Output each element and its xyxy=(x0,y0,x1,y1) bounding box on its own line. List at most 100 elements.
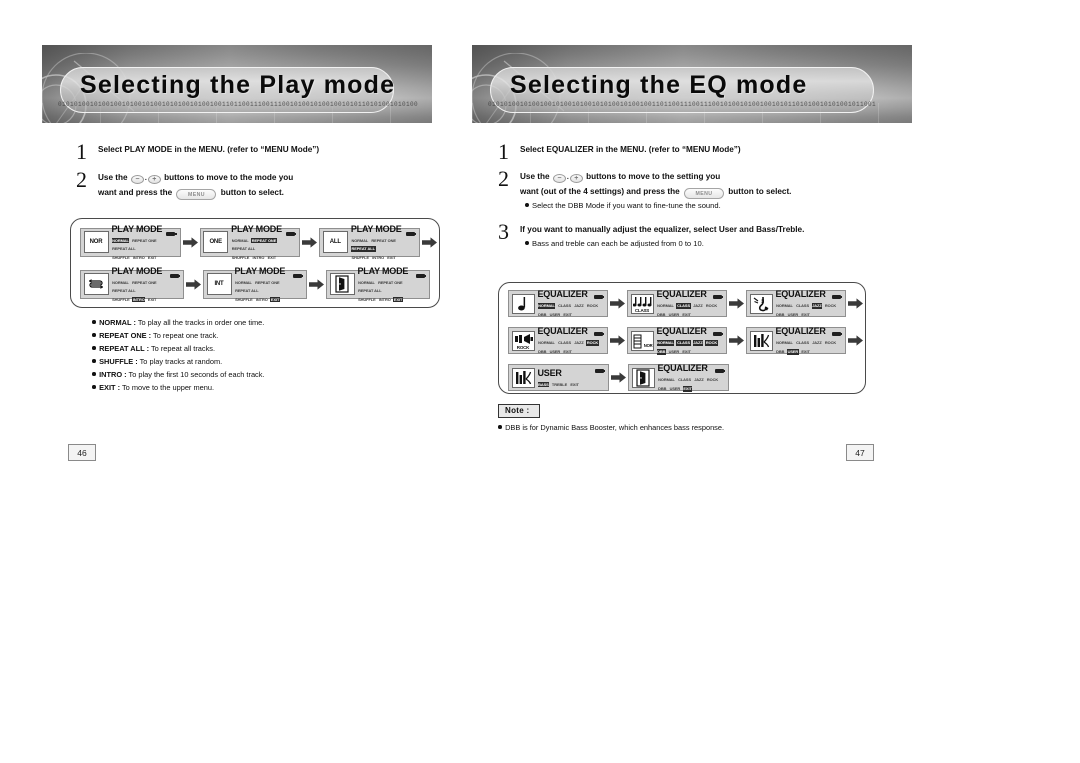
step-2-line2-suffix: button to select. xyxy=(220,188,284,197)
lcd-screen-normal: NOR PLAY MODE NORMAL REPEAT ONEREPEAT ALL… xyxy=(80,224,181,260)
play-mode-diagram: NOR PLAY MODE NORMAL REPEAT ONEREPEAT ALL… xyxy=(70,218,440,308)
lcd-options: NORMAL CLASS JAZZ ROCK DBB USER EXIT xyxy=(776,300,843,317)
step-number: 1 xyxy=(76,139,87,164)
all-text-icon: ALL xyxy=(322,231,348,253)
lcd-option: ROCK xyxy=(705,303,718,309)
lcd-option: USER xyxy=(549,349,561,354)
lcd-options: BASS TREBLE EXIT xyxy=(537,379,606,388)
plus-button[interactable]: + xyxy=(569,174,583,183)
arrow-right-icon xyxy=(727,298,746,309)
list-item-term: REPEAT ONE : xyxy=(99,331,152,340)
battery-icon xyxy=(714,368,725,373)
right-page-steps: 1 Select EQUALIZER in the MENU. (refer t… xyxy=(492,139,912,252)
exit-door-icon xyxy=(329,273,355,295)
bullet-dot-icon xyxy=(92,359,96,363)
lcd-options: NORMAL CLASS JAZZ ROCK DBB USER EXIT xyxy=(538,337,605,354)
list-item-term: SHUFFLE : xyxy=(99,357,138,366)
lcd-screen-eq-class: CLASS EQUALIZER NORMAL CLASS JAZZ ROCK DBB US… xyxy=(627,289,727,317)
lcd-option: ROCK xyxy=(586,340,599,346)
lcd-screen-repeat-one: ONE PLAY MODE NORMAL REPEAT ONEREPEAT ALL… xyxy=(199,224,301,260)
battery-icon xyxy=(712,331,723,336)
step-number: 2 xyxy=(498,166,509,191)
lcd-option: EXIT xyxy=(147,296,157,302)
plus-button[interactable]: + xyxy=(147,175,161,184)
lcd-option: EXIT xyxy=(682,349,691,354)
left-banner-binary-text: 0101010010100100101001010010101001010010… xyxy=(58,101,418,108)
lcd-option: INTRO xyxy=(132,254,145,260)
arrow-right-icon xyxy=(609,372,628,383)
lcd-option: INTRO xyxy=(255,296,268,302)
list-item: SHUFFLE : To play tracks at random. xyxy=(92,355,432,368)
lcd-option: USER xyxy=(786,349,799,355)
menu-button[interactable]: MENU xyxy=(683,188,724,199)
battery-icon xyxy=(593,331,604,336)
eq-lcd-row-3: USER BASS TREBLE EXIT EQUALIZER NORMAL C… xyxy=(499,361,865,394)
bullet-dot-icon xyxy=(92,346,96,350)
step-2-prefix: Use the xyxy=(520,172,550,181)
lcd-option: EXIT xyxy=(570,381,579,387)
lcd-options: NORMAL CLASS JAZZ ROCK DBB USER EXIT xyxy=(776,337,843,355)
note-body: DBB is for Dynamic Bass Booster, which e… xyxy=(498,423,866,432)
battery-icon xyxy=(593,294,604,299)
lcd-option: REPEAT ONE xyxy=(371,237,396,243)
left-page-number: 46 xyxy=(68,444,96,461)
list-item-desc: To play the first 10 seconds of each tra… xyxy=(126,370,265,379)
lcd-screen-eq-exit: EQUALIZER NORMAL CLASS JAZZ ROCK DBB USER EXIT xyxy=(628,363,729,392)
minus-button[interactable]: − xyxy=(130,175,144,184)
play-mode-lcd-row-2: PLAY MODE NORMAL REPEAT ONEREPEAT ALL SHUF… xyxy=(71,265,439,303)
lcd-icon-label: NOR xyxy=(643,342,653,348)
step-2-subnote-text: Select the DBB Mode if you want to fine-… xyxy=(532,201,721,210)
left-page-steps: 1 Select PLAY MODE in the MENU. (refer t… xyxy=(70,139,470,204)
lcd-option: TREBLE xyxy=(551,381,568,387)
eq-lcd-row-2: ROCK EQUALIZER NORMAL CLASS JAZZ ROCK DBB USE… xyxy=(499,324,865,357)
dbb-icon: NOR xyxy=(630,330,654,351)
step-1-text: Select PLAY MODE in the MENU. (refer to … xyxy=(98,145,320,154)
battery-icon xyxy=(169,274,180,278)
right-banner-binary-text: 0101010010100100101001010010101001010010… xyxy=(488,101,877,108)
lcd-option: NORMAL xyxy=(776,303,793,309)
lcd-screen-eq-normal: EQUALIZER NORMAL CLASS JAZZ ROCK DBB USER EXIT xyxy=(508,289,608,317)
menu-button[interactable]: MENU xyxy=(176,189,217,200)
arrow-right-icon xyxy=(846,335,865,346)
minus-button[interactable]: − xyxy=(552,174,566,183)
battery-icon xyxy=(831,331,842,336)
lcd-option: NORMAL xyxy=(358,279,375,285)
list-item-desc: To repeat all tracks. xyxy=(149,344,216,353)
equalizer-diagram: EQUALIZER NORMAL CLASS JAZZ ROCK DBB USER EXIT xyxy=(498,282,866,394)
lcd-options: NORMAL CLASS JAZZ ROCK DBB USER EXIT xyxy=(658,374,726,392)
lcd-options: NORMAL REPEAT ONE REPEAT ALL SHUFFLE INTRO EX… xyxy=(358,277,427,303)
lcd-option: JAZZ xyxy=(694,377,704,383)
list-item: NORMAL : To play all the tracks in order… xyxy=(92,316,432,329)
lcd-icon-label: NOR xyxy=(89,239,103,245)
lcd-option: USER xyxy=(669,386,681,391)
step-1: 1 Select PLAY MODE in the MENU. (refer t… xyxy=(70,139,470,164)
lcd-option: NORMAL xyxy=(111,237,130,244)
right-page-number: 47 xyxy=(846,444,874,461)
bullet-dot-icon xyxy=(92,385,96,389)
lcd-option: USER xyxy=(787,312,799,317)
lcd-options: NORMAL CLASS JAZZ ROCK DBB USER EXIT xyxy=(656,337,724,355)
lcd-option: JAZZ xyxy=(811,303,823,309)
battery-icon xyxy=(712,294,723,299)
lcd-option: REPEAT ALL xyxy=(112,288,136,294)
lcd-option: JAZZ xyxy=(693,303,703,309)
lcd-icon-label: INT xyxy=(214,281,224,287)
lcd-option: INTRO xyxy=(132,296,146,303)
left-page-title: Selecting the Play mode xyxy=(80,71,396,99)
lcd-option: USER xyxy=(668,312,680,317)
battery-icon xyxy=(285,232,297,236)
lcd-option: ROCK xyxy=(824,340,837,346)
equalizer-bars-icon xyxy=(749,330,773,351)
lcd-option: SHUFFLE xyxy=(112,254,130,260)
step-2-line2-prefix: want (out of the 4 settings) and press t… xyxy=(520,187,680,196)
lcd-option: EXIT xyxy=(801,349,810,354)
lcd-option: EXIT xyxy=(267,254,277,260)
lcd-option: NORMAL xyxy=(537,303,556,309)
lcd-option: USER xyxy=(668,349,680,354)
step-3-subnote: Bass and treble can each be adjusted fro… xyxy=(520,239,912,248)
lcd-options: NORMAL REPEAT ONE REPEAT ALL SHUFFLE INTRO EX… xyxy=(111,235,178,261)
lcd-option: CLASS xyxy=(558,303,571,309)
lcd-option: INTRO xyxy=(252,254,265,260)
nor-text-icon: NOR xyxy=(83,231,109,253)
list-item: INTRO : To play the first 10 seconds of … xyxy=(92,368,432,381)
